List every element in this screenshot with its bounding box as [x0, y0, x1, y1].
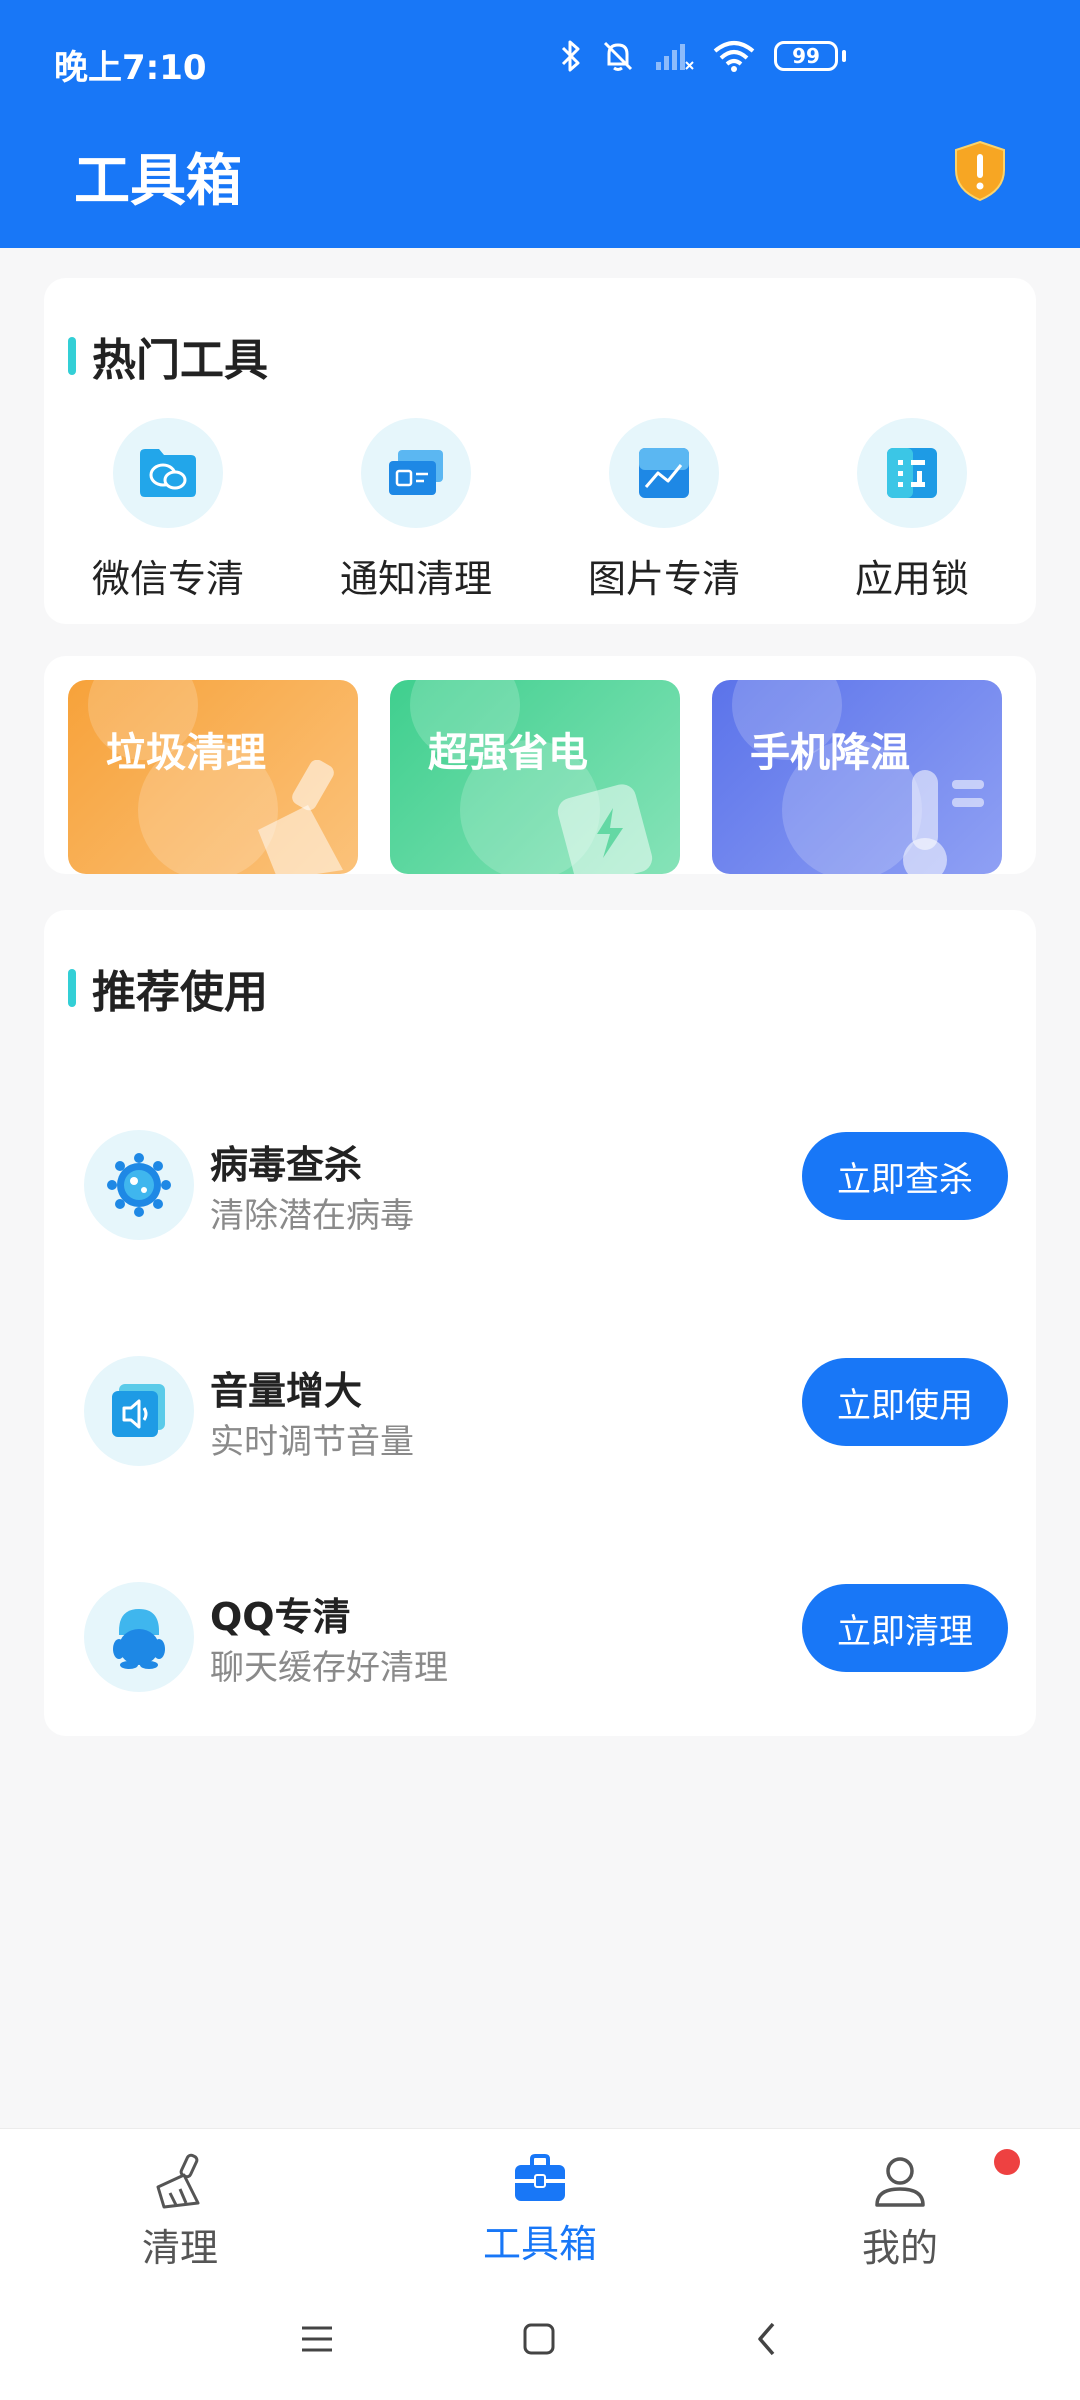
- status-time: 晚上7:10: [54, 48, 207, 88]
- hot-tools-card: 热门工具 微信专清 通知清理 图片专清 应用锁: [44, 278, 1036, 624]
- rec-icon-bg: [84, 1356, 194, 1466]
- promo-card-cooling[interactable]: 手机降温: [712, 680, 1002, 874]
- hot-icon-bg: [113, 418, 223, 528]
- security-shield-icon[interactable]: [952, 140, 1008, 202]
- mute-bell-icon: [603, 41, 633, 71]
- rec-title: 病毒查杀: [210, 1143, 363, 1187]
- recommended-title: 推荐使用: [92, 967, 268, 1018]
- menu-button[interactable]: [294, 2316, 340, 2362]
- nav-label: 工具箱: [482, 2222, 597, 2266]
- hot-tool-label: 应用锁: [854, 557, 969, 601]
- use-now-button[interactable]: 立即使用: [802, 1358, 1008, 1446]
- system-nav-bar: [0, 2278, 1080, 2400]
- rec-subtitle: 聊天缓存好清理: [210, 1648, 448, 1688]
- section-title-hot: 热门工具: [68, 324, 268, 388]
- hot-tool-images[interactable]: 图片专清: [540, 418, 788, 603]
- hot-icon-bg: [857, 418, 967, 528]
- speaker-icon: [112, 1384, 165, 1437]
- promo-card-power-save[interactable]: 超强省电: [390, 680, 680, 874]
- bluetooth-icon: [561, 40, 580, 72]
- nav-label: 清理: [141, 2226, 218, 2270]
- hot-tool-app-lock[interactable]: 应用锁: [788, 418, 1036, 603]
- rec-subtitle: 实时调节音量: [210, 1422, 414, 1462]
- battery-cap: [842, 50, 846, 62]
- rec-subtitle: 清除潜在病毒: [210, 1196, 414, 1236]
- broom-icon: [258, 760, 343, 874]
- wechat-folder-icon: [140, 449, 196, 497]
- nav-tab-clean[interactable]: 清理: [80, 2153, 280, 2272]
- menu-icon: [302, 2326, 332, 2352]
- back-button[interactable]: [744, 2316, 790, 2362]
- hot-tools-grid: 微信专清 通知清理 图片专清 应用锁: [44, 418, 1036, 603]
- nav-tab-toolbox[interactable]: 工具箱: [440, 2153, 640, 2268]
- back-chevron-icon: [758, 2322, 775, 2356]
- app-lock-icon: [887, 448, 937, 498]
- broom-icon: [156, 2153, 200, 2209]
- battery-bolt-icon: [557, 784, 653, 874]
- section-title-recommended: 推荐使用: [68, 956, 268, 1020]
- rec-title: QQ专清: [210, 1595, 351, 1639]
- rec-row-virus[interactable]: 病毒查杀 清除潜在病毒 立即查杀: [84, 1130, 1008, 1244]
- rec-icon-bg: [84, 1130, 194, 1240]
- thermometer-icon: [903, 770, 984, 874]
- hot-tool-label: 图片专清: [587, 557, 740, 601]
- qq-penguin-icon: [113, 1609, 165, 1669]
- toolbox-icon: [515, 2154, 565, 2201]
- battery-level: 99: [792, 44, 820, 68]
- clean-now-button[interactable]: 立即清理: [802, 1584, 1008, 1672]
- promo-card-junk-clean[interactable]: 垃圾清理: [68, 680, 358, 874]
- rec-icon-bg: [84, 1582, 194, 1692]
- notification-badge: [994, 2149, 1020, 2175]
- signal-icon: [656, 44, 694, 70]
- rec-row-qq[interactable]: QQ专清 聊天缓存好清理 立即清理: [84, 1582, 1008, 1696]
- nav-label: 我的: [861, 2226, 938, 2270]
- scan-now-button[interactable]: 立即查杀: [802, 1132, 1008, 1220]
- section-accent-bar: [68, 969, 76, 1007]
- home-square-icon: [523, 2323, 555, 2355]
- app-header: 晚上7:10 99 工具箱: [0, 0, 1080, 248]
- home-button[interactable]: [516, 2316, 562, 2362]
- image-icon: [639, 448, 689, 498]
- hot-tool-label: 微信专清: [91, 557, 244, 601]
- hot-tool-label: 通知清理: [339, 557, 492, 601]
- rec-title: 音量增大: [210, 1369, 363, 1413]
- rec-row-volume[interactable]: 音量增大 实时调节音量 立即使用: [84, 1356, 1008, 1470]
- promo-cards-container: 垃圾清理 超强省电 手机降温: [44, 656, 1036, 874]
- section-accent-bar: [68, 337, 76, 375]
- hot-icon-bg: [361, 418, 471, 528]
- page-title: 工具箱: [74, 149, 242, 214]
- promo-label: 手机降温: [750, 730, 910, 776]
- hot-tool-wechat[interactable]: 微信专清: [44, 418, 292, 603]
- status-icons: 99: [560, 38, 846, 74]
- bottom-nav: 清理 工具箱 我的: [0, 2128, 1080, 2279]
- recommended-card: 推荐使用 病毒查杀 清除潜在病毒 立即查杀 音量增大 实时调节音量 立即使用 Q…: [44, 910, 1036, 1736]
- promo-label: 垃圾清理: [106, 730, 266, 776]
- virus-icon: [107, 1153, 171, 1217]
- battery-indicator: 99: [774, 41, 838, 71]
- nav-tab-me[interactable]: 我的: [800, 2153, 1000, 2272]
- hot-icon-bg: [609, 418, 719, 528]
- notification-card-icon: [389, 450, 443, 495]
- user-icon: [875, 2157, 925, 2207]
- hot-tool-notification[interactable]: 通知清理: [292, 418, 540, 603]
- wifi-icon: [713, 41, 755, 72]
- hot-tools-title: 热门工具: [92, 335, 268, 386]
